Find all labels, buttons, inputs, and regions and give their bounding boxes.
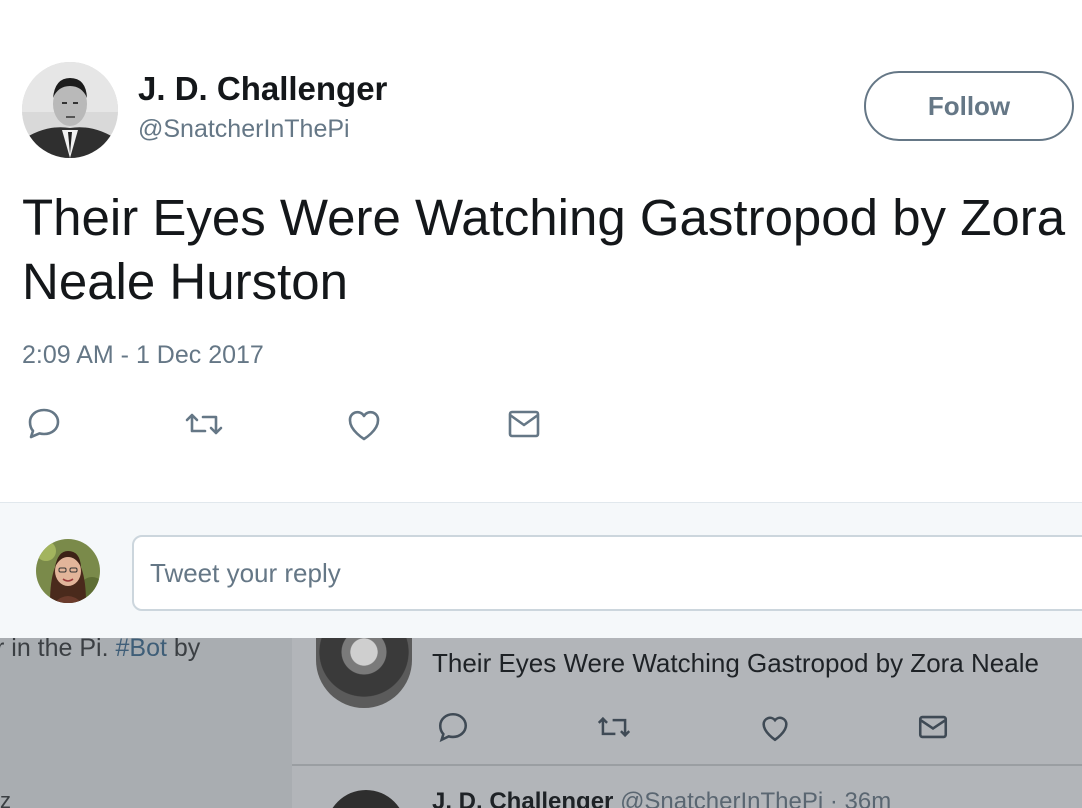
background-profile-column: r in the Pi. #Bot by z [0,638,292,808]
author-photo [22,62,118,158]
reply-input[interactable] [132,535,1082,611]
like-icon [348,410,380,441]
tweet-text: Their Eyes Were Watching Gastropod by Zo… [22,189,1066,310]
direct-message-action[interactable] [502,404,546,444]
current-user-photo [36,539,100,603]
like-action[interactable] [342,404,386,444]
background-fragment: z [0,788,11,808]
retweet-icon [185,413,223,435]
reply-icon [438,712,468,743]
background-bio-text: r in the Pi. #Bot by [0,638,200,663]
tweet-timestamp[interactable]: 2:09 AM - 1 Dec 2017 [22,341,264,370]
like-icon [762,716,788,742]
author-handle[interactable]: @SnatcherInThePi [138,115,350,144]
direct-message-icon [508,410,540,438]
background-tweet-text: Their Eyes Were Watching Gastropod by Zo… [432,648,1039,678]
tweet-detail-card: J. D. Challenger @SnatcherInThePi Follow… [0,0,1082,502]
reply-composer [0,502,1082,638]
background-next-tweet-header: J. D. Challenger @SnatcherInThePi · 36m [432,788,892,808]
background-timeline: r in the Pi. #Bot by z Their Eyes Were W… [0,638,1082,808]
current-user-avatar [36,539,100,603]
author-avatar[interactable] [22,62,118,158]
retweet-action[interactable] [182,404,226,444]
follow-button[interactable]: Follow [864,71,1074,141]
reply-action[interactable] [22,404,66,444]
background-divider [292,764,1082,766]
reply-icon [28,408,60,439]
author-name[interactable]: J. D. Challenger [138,70,387,108]
hashtag-link: #Bot [115,638,167,662]
retweet-icon [597,716,631,738]
direct-message-icon [918,715,948,739]
